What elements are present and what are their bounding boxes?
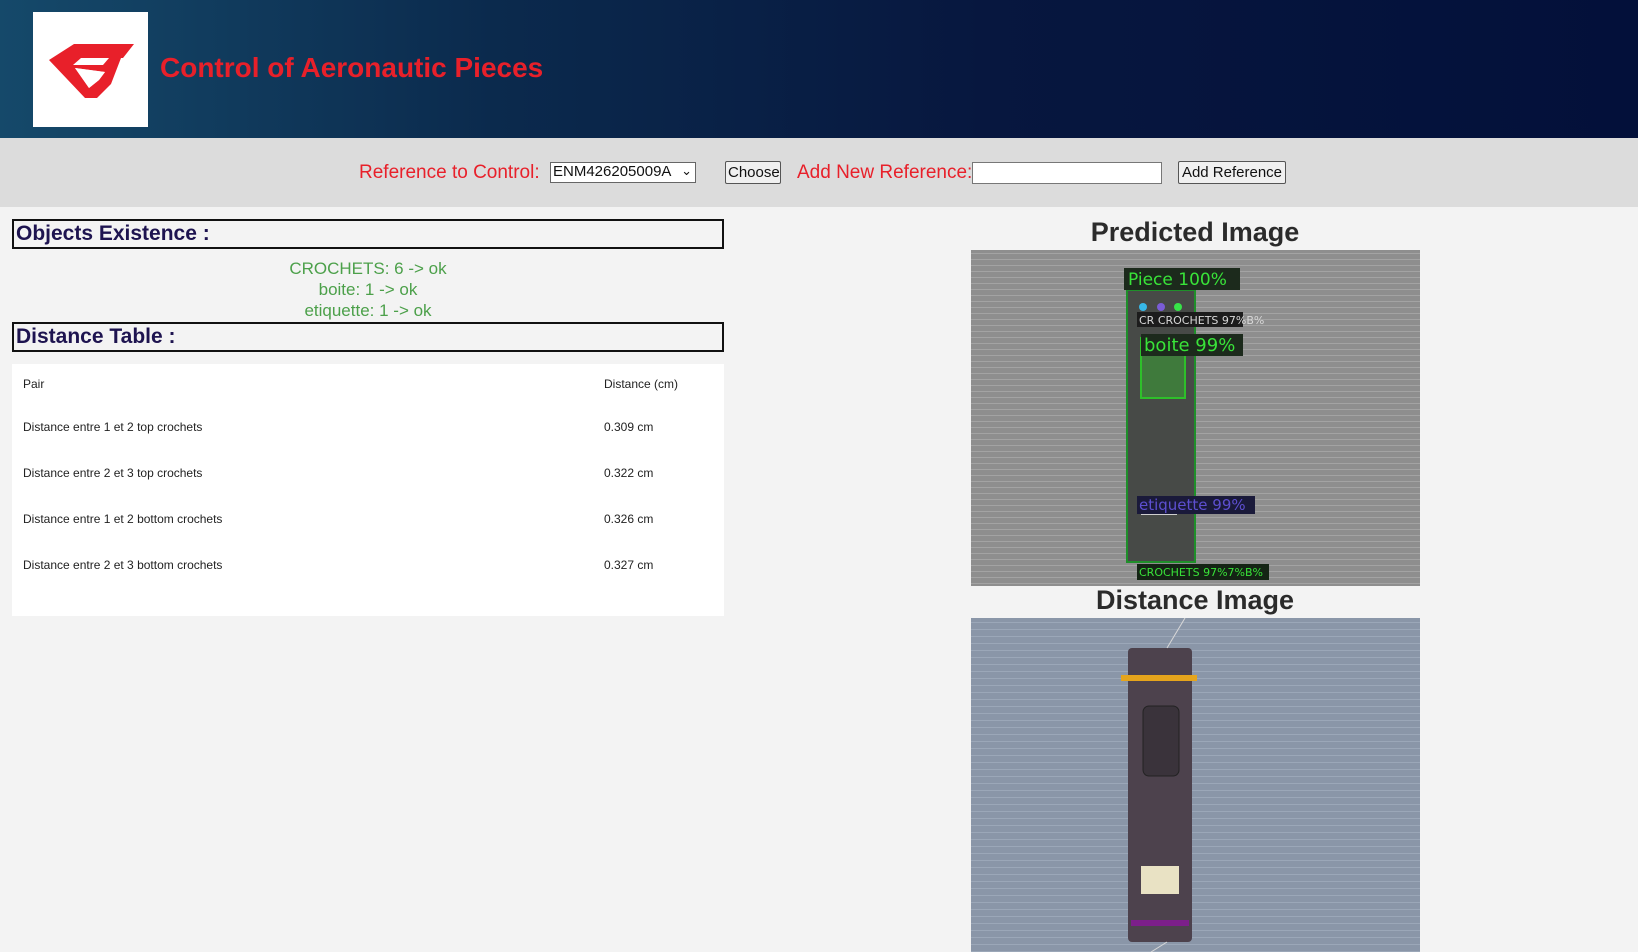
label-piece: Piece 100% (1128, 270, 1227, 290)
existence-item-etiquette: etiquette: 1 -> ok (304, 301, 432, 320)
predicted-image-heading: Predicted Image (1090, 217, 1300, 247)
company-logo (33, 12, 148, 127)
distance-cell: 0.326 cm (604, 512, 654, 526)
label-crochets-top: CR CROCHETS 97%B% (1139, 314, 1264, 327)
predicted-image: Piece 100% CR CROCHETS 97%B% boite 99% e… (971, 250, 1420, 586)
reference-label: Reference to Control: (359, 162, 540, 183)
table-header-row: Pair Distance (cm) (12, 364, 724, 404)
label-etiquette: etiquette 99% (1139, 496, 1246, 514)
column-header-pair: Pair (23, 377, 45, 391)
reference-select-value: ENM426205009A (553, 163, 672, 180)
pair-cell: Distance entre 1 et 2 bottom crochets (23, 512, 223, 526)
label-boite: boite 99% (1144, 335, 1235, 356)
table-row: Distance entre 1 et 2 top crochets 0.309… (12, 404, 724, 450)
existence-item-crochets: CROCHETS: 6 -> ok (289, 259, 447, 278)
new-reference-input[interactable] (972, 162, 1162, 184)
distance-image (971, 618, 1420, 952)
table-row: Distance entre 2 et 3 bottom crochets 0.… (12, 542, 724, 588)
distance-cell: 0.322 cm (604, 466, 654, 480)
distance-cell: 0.327 cm (604, 558, 654, 572)
table-row: Distance entre 1 et 2 bottom crochets 0.… (12, 496, 724, 542)
choose-button[interactable]: Choose (725, 161, 781, 184)
distance-table-panel: Pair Distance (cm) Distance entre 1 et 2… (12, 364, 724, 616)
distance-table: Pair Distance (cm) Distance entre 1 et 2… (12, 364, 724, 588)
reference-select[interactable]: ENM426205009A ⌄ (550, 162, 696, 183)
column-header-distance: Distance (cm) (604, 377, 679, 391)
g-logo-icon (49, 44, 134, 98)
chevron-down-icon: ⌄ (681, 163, 692, 178)
control-bar: Reference to Control: Add New Reference: (0, 138, 1638, 207)
objects-existence-title: Objects Existence : (12, 219, 724, 249)
label-crochets-bottom: CROCHETS 97%7%B% (1139, 566, 1263, 579)
table-row: Distance entre 2 et 3 top crochets 0.322… (12, 450, 724, 496)
distance-cell: 0.309 cm (604, 420, 654, 434)
existence-list: CROCHETS: 6 -> ok boite: 1 -> ok etiquet… (12, 258, 724, 321)
existence-item-boite: boite: 1 -> ok (318, 280, 418, 299)
pair-cell: Distance entre 1 et 2 top crochets (23, 420, 203, 434)
distance-table-title: Distance Table : (12, 322, 724, 352)
distance-image-heading: Distance Image (1095, 585, 1295, 615)
app-title: Control of Aeronautic Pieces (160, 52, 544, 83)
pair-cell: Distance entre 2 et 3 bottom crochets (23, 558, 223, 572)
app-header: Control of Aeronautic Pieces (0, 0, 1638, 138)
add-reference-button[interactable]: Add Reference (1178, 161, 1286, 184)
pair-cell: Distance entre 2 et 3 top crochets (23, 466, 203, 480)
add-new-reference-label: Add New Reference: (797, 162, 973, 183)
